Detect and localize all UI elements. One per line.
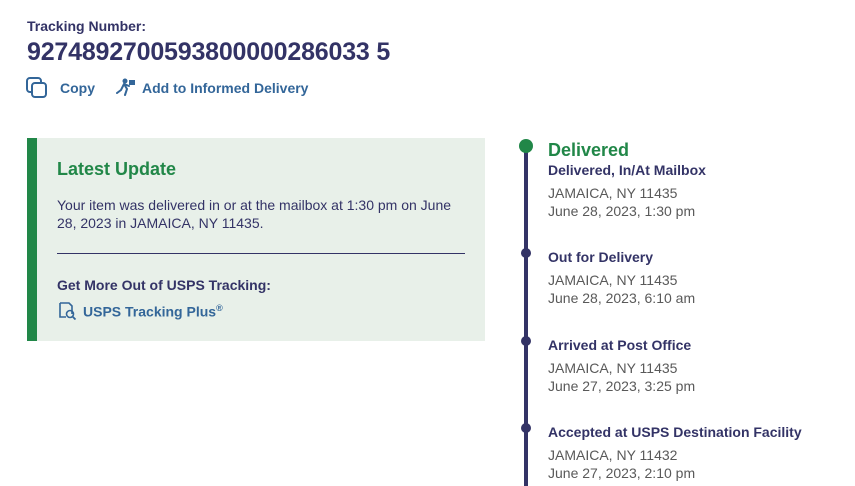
event-time: June 27, 2023, 2:10 pm xyxy=(548,465,696,481)
tracking-event: Out for Delivery JAMAICA, NY 11435 June … xyxy=(548,248,695,307)
timeline-dot xyxy=(521,336,531,346)
copy-icon xyxy=(26,77,48,99)
divider xyxy=(57,253,465,254)
timeline-dot xyxy=(521,248,531,258)
latest-update-card: Latest Update Your item was delivered in… xyxy=(27,138,485,341)
event-location: JAMAICA, NY 11435 xyxy=(548,272,678,288)
tracking-event: Delivered Delivered, In/At Mailbox JAMAI… xyxy=(548,139,706,220)
informed-delivery-label: Add to Informed Delivery xyxy=(142,80,309,96)
event-status: Delivered xyxy=(548,140,630,160)
event-title: Delivered, In/At Mailbox xyxy=(548,162,706,178)
tracking-number-label: Tracking Number: xyxy=(27,18,147,34)
usps-tracking-plus-link[interactable]: USPS Tracking Plus® xyxy=(57,300,223,323)
tracking-event: Accepted at USPS Destination Facility JA… xyxy=(548,423,802,482)
event-time: June 27, 2023, 3:25 pm xyxy=(548,378,696,394)
event-title: Accepted at USPS Destination Facility xyxy=(548,424,802,440)
timeline-line xyxy=(524,146,528,486)
add-to-informed-delivery-button[interactable]: Add to Informed Delivery xyxy=(116,76,308,100)
latest-update-text: Your item was delivered in or at the mai… xyxy=(57,197,452,231)
runner-mail-icon xyxy=(116,77,136,99)
timeline-dot-delivered xyxy=(519,139,533,153)
copy-label: Copy xyxy=(60,80,95,96)
timeline-dot xyxy=(521,423,531,433)
event-title: Out for Delivery xyxy=(548,249,654,265)
event-time: June 28, 2023, 1:30 pm xyxy=(548,203,696,219)
copy-button[interactable]: Copy xyxy=(26,76,95,100)
event-location: JAMAICA, NY 11435 xyxy=(548,360,678,376)
event-time: June 28, 2023, 6:10 am xyxy=(548,290,696,306)
tracking-event: Arrived at Post Office JAMAICA, NY 11435… xyxy=(548,336,695,395)
event-title: Arrived at Post Office xyxy=(548,337,692,353)
event-location: JAMAICA, NY 11435 xyxy=(548,185,678,201)
tracking-plus-icon xyxy=(57,300,77,323)
tracking-plus-label: USPS Tracking Plus® xyxy=(83,303,223,320)
event-location: JAMAICA, NY 11432 xyxy=(548,447,678,463)
tracking-number: 9274892700593800000286033 5 xyxy=(27,38,391,66)
latest-update-title: Latest Update xyxy=(57,159,177,179)
more-tracking-label: Get More Out of USPS Tracking: xyxy=(57,277,271,293)
